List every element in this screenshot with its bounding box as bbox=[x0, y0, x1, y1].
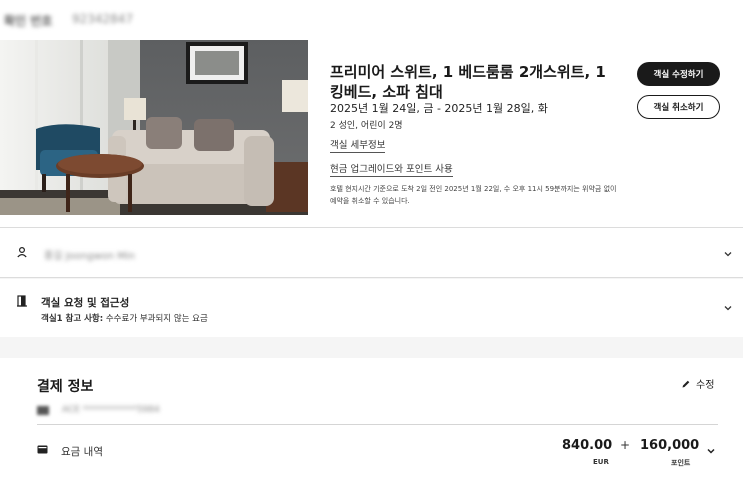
confirmation-number: 92342847 bbox=[72, 12, 134, 26]
payment-title: 결제 정보 bbox=[37, 379, 94, 395]
charges-label: 요금 내역 bbox=[61, 446, 103, 458]
room-card: 프리미어 스위트, 1 베드룸룸 2개스위트, 1 킹베드, 소파 침대 202… bbox=[0, 40, 743, 228]
room-note: 객실1 참고 사항: 수수료가 부과되지 않는 요금 bbox=[41, 312, 208, 324]
cancel-room-button[interactable]: 객실 취소하기 bbox=[637, 95, 720, 119]
wallet-icon bbox=[37, 445, 48, 454]
edit-payment-button[interactable]: 수정 bbox=[681, 376, 714, 391]
chevron-down-icon[interactable] bbox=[723, 250, 733, 258]
card-number: ACE ************5984 bbox=[62, 405, 160, 415]
room-requests-row[interactable]: 객실 요청 및 접근성 객실1 참고 사항: 수수료가 부과되지 않는 요금 bbox=[0, 279, 743, 337]
room-note-label: 객실1 참고 사항: bbox=[41, 314, 104, 324]
guest-row[interactable]: 홍길 Joongwon Min bbox=[0, 228, 743, 278]
person-icon bbox=[17, 246, 27, 258]
modify-room-button[interactable]: 객실 수정하기 bbox=[637, 62, 720, 86]
room-title: 프리미어 스위트, 1 베드룸룸 2개스위트, 1 킹베드, 소파 침대 bbox=[330, 63, 606, 101]
points-amount: 160,000 bbox=[640, 438, 700, 453]
door-icon bbox=[17, 295, 27, 307]
cash-unit: EUR bbox=[593, 458, 609, 466]
stay-dates: 2025년 1월 24일, 금 - 2025년 1월 28일, 화 bbox=[330, 102, 548, 115]
payment-section: 결제 정보 수정 ACE ************5984 요금 내역 840.… bbox=[0, 358, 743, 487]
room-details-link[interactable]: 객실 세부정보 bbox=[330, 137, 386, 153]
confirmation-label: 확인 번호 bbox=[4, 14, 53, 28]
room-note-value: 수수료가 부과되지 않는 요금 bbox=[103, 314, 208, 324]
guest-count: 2 성인, 어린이 2명 bbox=[330, 121, 403, 131]
points-unit: 포인트 bbox=[671, 459, 691, 467]
cash-amount: 840.00 bbox=[562, 438, 613, 453]
cancellation-policy: 호텔 현지시간 기준으로 도착 2일 전인 2025년 1월 22일, 수 오후… bbox=[330, 185, 617, 205]
room-requests-title: 객실 요청 및 접근성 bbox=[41, 297, 130, 309]
chevron-down-icon[interactable] bbox=[706, 447, 716, 455]
divider bbox=[37, 424, 718, 425]
edit-payment-label: 수정 bbox=[696, 380, 715, 391]
plus-sign: + bbox=[620, 438, 631, 452]
room-photo bbox=[0, 40, 308, 215]
pencil-icon bbox=[682, 380, 690, 387]
upgrade-with-points-link[interactable]: 현금 업그레이드와 포인트 사용 bbox=[330, 161, 453, 177]
credit-card-icon bbox=[37, 406, 49, 415]
confirmation-bar: 확인 번호 92342847 bbox=[0, 0, 743, 40]
chevron-down-icon[interactable] bbox=[723, 304, 733, 312]
guest-name: 홍길 Joongwon Min bbox=[44, 251, 136, 262]
